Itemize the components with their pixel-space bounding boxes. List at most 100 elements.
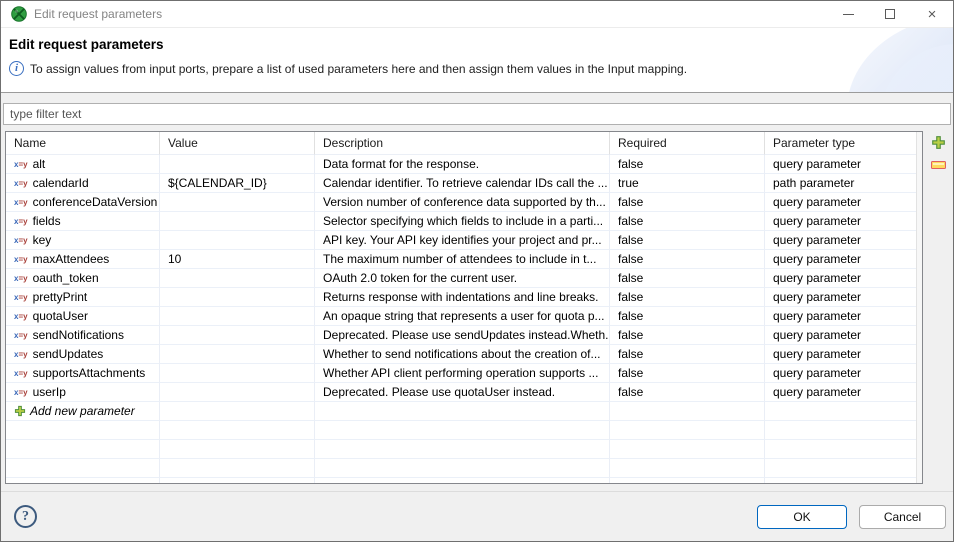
cell-description[interactable]: API key. Your API key identifies your pr… [315,231,610,250]
cell-name[interactable]: x=y prettyPrint [6,288,160,307]
cell-required[interactable]: false [610,307,765,326]
help-button[interactable]: ? [14,505,37,528]
cell-description[interactable]: Calendar identifier. To retrieve calenda… [315,174,610,193]
table-row[interactable]: x=y oauth_token OAuth 2.0 token for the … [6,269,922,288]
table-scrollbar[interactable] [916,132,922,483]
minimize-button[interactable] [827,1,869,27]
cell-value[interactable] [160,288,315,307]
cell-required[interactable]: true [610,174,765,193]
cell-value[interactable] [160,345,315,364]
cell-value[interactable] [160,231,315,250]
add-parameter-button[interactable] [930,134,946,150]
cell-description[interactable]: Deprecated. Please use quotaUser instead… [315,383,610,402]
cell-parameter-type[interactable]: query parameter [765,383,922,402]
cell-parameter-type[interactable]: query parameter [765,307,922,326]
cell-value[interactable] [160,307,315,326]
cell-value[interactable] [160,383,315,402]
add-new-parameter-row[interactable]: Add new parameter [6,402,922,421]
table-row[interactable]: x=y fields Selector specifying which fie… [6,212,922,231]
cell-description[interactable]: Selector specifying which fields to incl… [315,212,610,231]
cell-parameter-type[interactable]: query parameter [765,231,922,250]
ok-button[interactable]: OK [757,505,847,529]
cell-required[interactable]: false [610,383,765,402]
cell-description[interactable]: Returns response with indentations and l… [315,288,610,307]
table-row[interactable]: x=y conferenceDataVersion Version number… [6,193,922,212]
maximize-button[interactable] [869,1,911,27]
cell-required[interactable]: false [610,364,765,383]
column-header-name[interactable]: Name [6,132,160,155]
cell-name[interactable]: x=y fields [6,212,160,231]
cell-parameter-type[interactable]: query parameter [765,345,922,364]
cell-value[interactable] [160,155,315,174]
cell-required[interactable]: false [610,212,765,231]
cell-required[interactable]: false [610,345,765,364]
cell-name[interactable]: x=y userIp [6,383,160,402]
cell-parameter-type[interactable]: query parameter [765,288,922,307]
cell-required[interactable]: false [610,250,765,269]
cell-required[interactable]: false [610,269,765,288]
cell-required[interactable]: false [610,326,765,345]
cell-parameter-type[interactable]: query parameter [765,269,922,288]
cell-parameter-type[interactable]: query parameter [765,364,922,383]
cell-name[interactable]: x=y quotaUser [6,307,160,326]
table-row[interactable]: x=y userIp Deprecated. Please use quotaU… [6,383,922,402]
column-header-value[interactable]: Value [160,132,315,155]
table-row[interactable]: x=y sendNotifications Deprecated. Please… [6,326,922,345]
cancel-button[interactable]: Cancel [859,505,946,529]
table-row[interactable]: x=y prettyPrint Returns response with in… [6,288,922,307]
cell-name[interactable]: x=y sendNotifications [6,326,160,345]
empty-table-row[interactable] [6,440,922,459]
table-row[interactable]: x=y quotaUser An opaque string that repr… [6,307,922,326]
table-row[interactable]: x=y sendUpdates Whether to send notifica… [6,345,922,364]
empty-table-row[interactable] [6,478,922,484]
cell-name[interactable]: x=y oauth_token [6,269,160,288]
close-button[interactable]: × [911,1,953,27]
remove-parameter-button[interactable] [930,157,946,173]
column-header-parameter-type[interactable]: Parameter type [765,132,922,155]
cell-description[interactable]: Deprecated. Please use sendUpdates inste… [315,326,610,345]
table-row[interactable]: x=y maxAttendees 10 The maximum number o… [6,250,922,269]
table-row[interactable]: x=y key API key. Your API key identifies… [6,231,922,250]
cell-parameter-type[interactable]: query parameter [765,155,922,174]
cell-value[interactable] [160,212,315,231]
cell-parameter-type[interactable]: query parameter [765,212,922,231]
cell-required[interactable]: false [610,231,765,250]
table-row[interactable]: x=y alt Data format for the response. fa… [6,155,922,174]
cell-parameter-type[interactable]: query parameter [765,250,922,269]
table-row[interactable]: x=y calendarId ${CALENDAR_ID} Calendar i… [6,174,922,193]
filter-input[interactable] [3,103,951,125]
cell-name[interactable]: x=y sendUpdates [6,345,160,364]
cell-required[interactable]: false [610,288,765,307]
column-header-required[interactable]: Required [610,132,765,155]
cell-description[interactable]: OAuth 2.0 token for the current user. [315,269,610,288]
cell-value[interactable]: ${CALENDAR_ID} [160,174,315,193]
cell-name[interactable]: x=y maxAttendees [6,250,160,269]
cell-value[interactable]: 10 [160,250,315,269]
edit-request-parameters-dialog: Edit request parameters × Edit request p… [0,0,954,542]
cell-value[interactable] [160,326,315,345]
cell-name[interactable]: x=y conferenceDataVersion [6,193,160,212]
cell-description[interactable]: Data format for the response. [315,155,610,174]
cell-description[interactable]: Version number of conference data suppor… [315,193,610,212]
cell-value[interactable] [160,193,315,212]
cell-name[interactable]: x=y alt [6,155,160,174]
cell-name[interactable]: x=y key [6,231,160,250]
cell-parameter-type[interactable]: query parameter [765,326,922,345]
cell-description[interactable]: Whether to send notifications about the … [315,345,610,364]
cell-description[interactable]: Whether API client performing operation … [315,364,610,383]
close-icon: × [928,7,937,22]
cell-name[interactable]: x=y supportsAttachments [6,364,160,383]
cell-required[interactable]: false [610,155,765,174]
cell-parameter-type[interactable]: query parameter [765,193,922,212]
cell-value[interactable] [160,364,315,383]
column-header-description[interactable]: Description [315,132,610,155]
cell-description[interactable]: The maximum number of attendees to inclu… [315,250,610,269]
cell-required[interactable]: false [610,193,765,212]
empty-table-row[interactable] [6,421,922,440]
empty-table-row[interactable] [6,459,922,478]
cell-parameter-type[interactable]: path parameter [765,174,922,193]
cell-name[interactable]: x=y calendarId [6,174,160,193]
table-row[interactable]: x=y supportsAttachments Whether API clie… [6,364,922,383]
cell-description[interactable]: An opaque string that represents a user … [315,307,610,326]
cell-value[interactable] [160,269,315,288]
